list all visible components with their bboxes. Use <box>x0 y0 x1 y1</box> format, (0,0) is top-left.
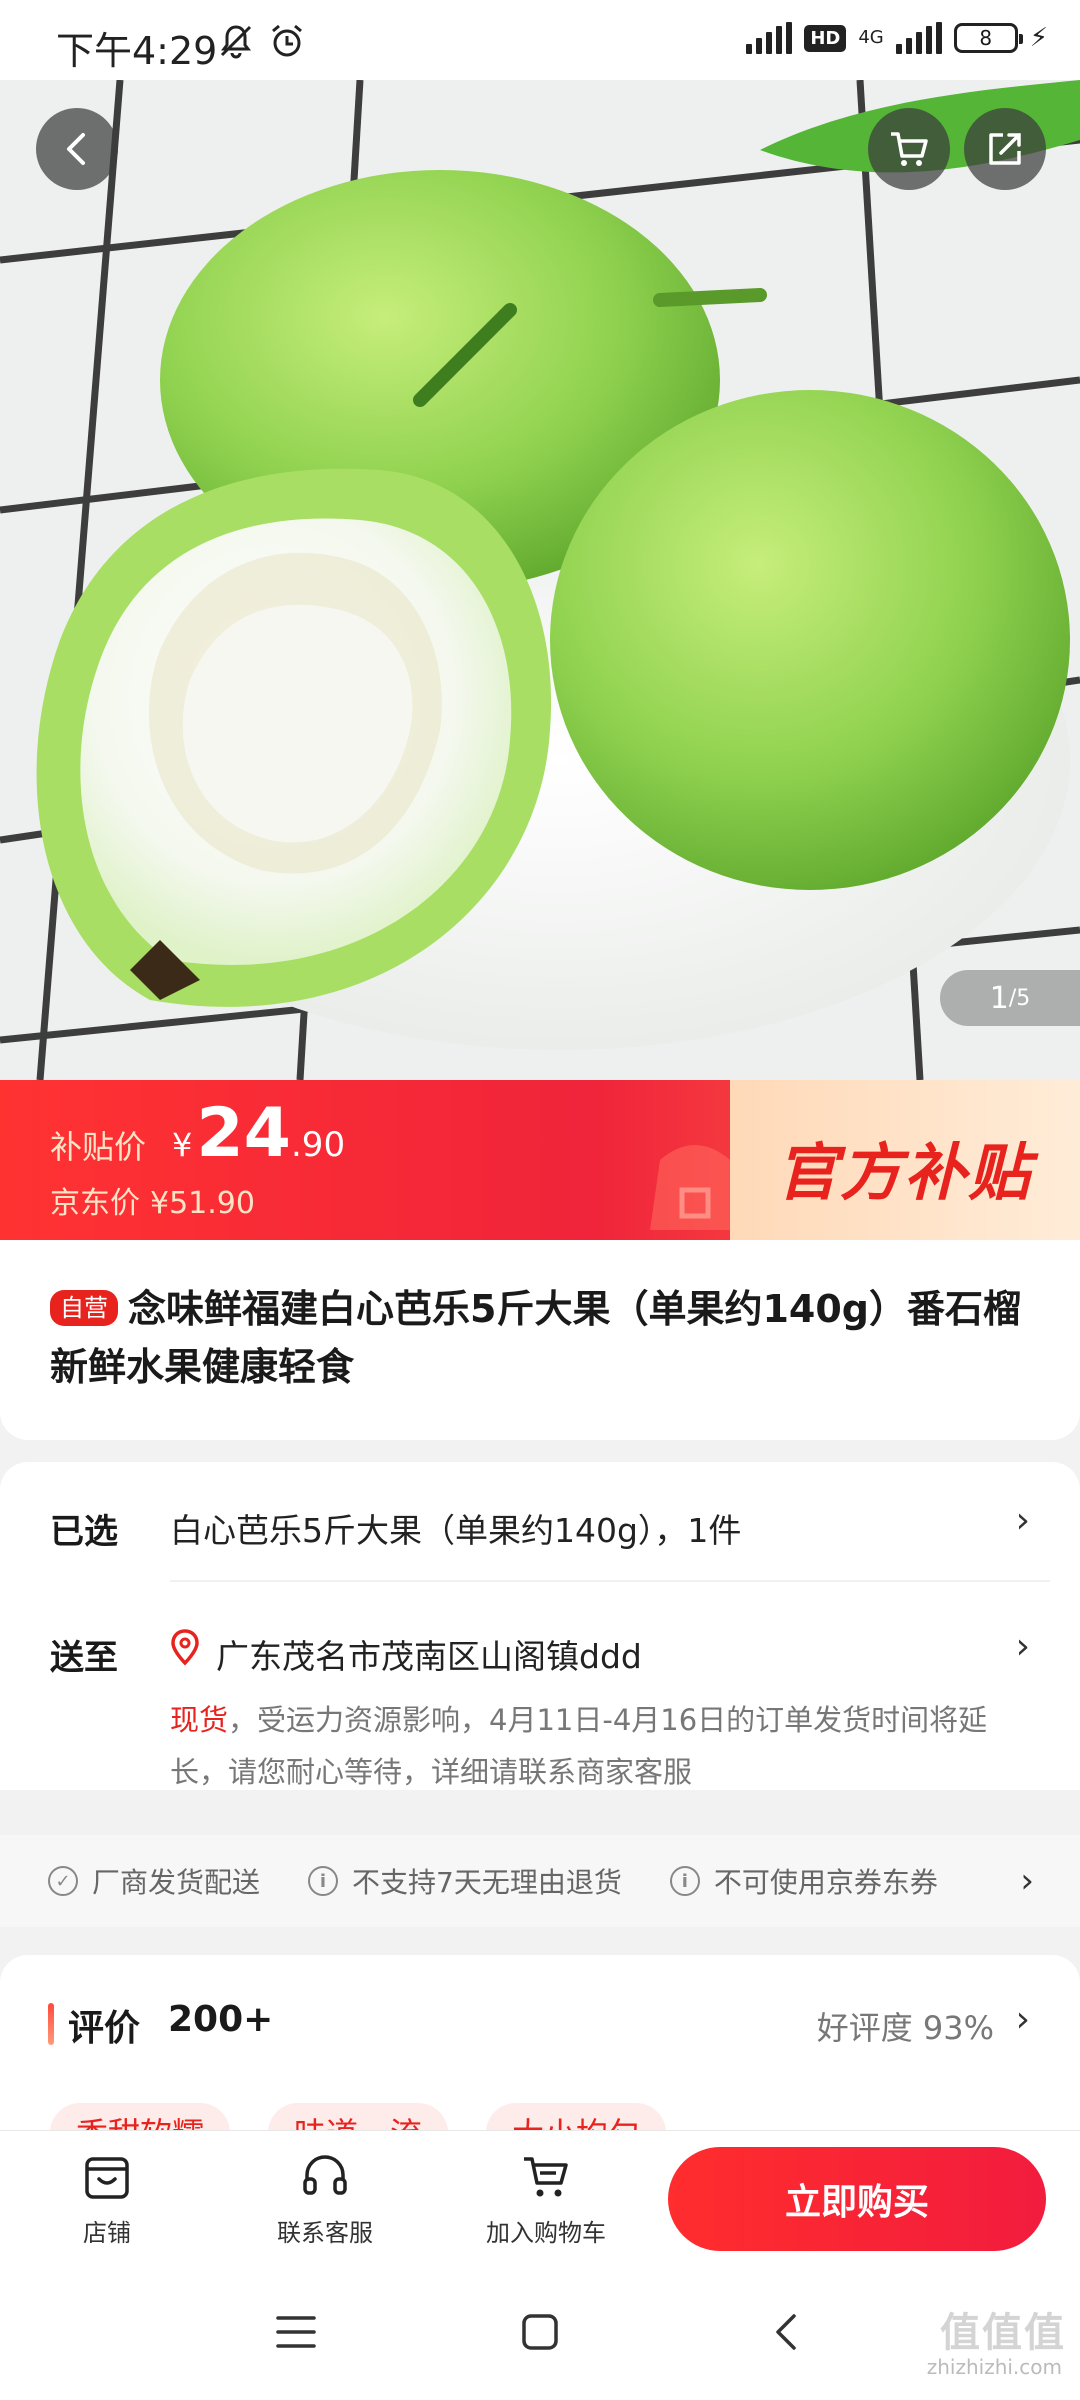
product-title-text: 念味鲜福建白心芭乐5斤大果（单果约140g）番石榴 新鲜水果健康轻食 <box>50 1287 1021 1389</box>
jd-price-value: ¥51.90 <box>150 1186 255 1221</box>
service-label: 联系客服 <box>277 2219 373 2247</box>
system-navigation-bar <box>0 2270 1080 2400</box>
jd-price-label: 京东价 <box>50 1186 140 1221</box>
back-button[interactable] <box>36 108 118 190</box>
chevron-right-icon: › <box>1015 1999 1030 2040</box>
battery-level: 8 <box>979 26 993 50</box>
status-left-icons <box>218 22 306 60</box>
info-icon: i <box>308 1866 339 1896</box>
subsidy-price: ¥ 24 .90 <box>172 1100 345 1168</box>
add-to-cart-button[interactable]: 加入购物车 <box>466 2149 626 2248</box>
self-operated-badge: 自营 <box>50 1290 118 1326</box>
cart-icon <box>891 132 928 166</box>
product-title-card: 自营 念味鲜福建白心芭乐5斤大果（单果约140g）番石榴 新鲜水果健康轻食 <box>0 1240 1080 1440</box>
service-label: 不可使用京券东券 <box>713 1866 938 1899</box>
customer-service-button[interactable]: 联系客服 <box>250 2149 400 2248</box>
price-banner: 补贴价 ¥ 24 .90 京东价 ¥51.90 官方补贴 <box>0 1080 1080 1240</box>
product-title: 自营 念味鲜福建白心芭乐5斤大果（单果约140g）番石榴 新鲜水果健康轻食 <box>50 1280 1050 1396</box>
status-right-icons: HD 4G 8 ⚡ <box>746 22 1048 54</box>
check-circle-icon: ✓ <box>48 1866 78 1896</box>
service-item-manufacturer: ✓ 厂商发货配送 <box>48 1861 260 1901</box>
official-subsidy-text: 官方补贴 <box>776 1136 1033 1209</box>
store-icon <box>85 2157 129 2199</box>
stock-status: 现货 <box>170 1703 229 1737</box>
share-icon <box>989 133 1021 165</box>
buy-now-button[interactable]: 立即购买 <box>668 2147 1046 2251</box>
chevron-right-icon: › <box>1015 1626 1030 1667</box>
positive-rate: 好评度 93% <box>816 2009 994 2047</box>
share-button[interactable] <box>964 108 1046 190</box>
image-counter: 1/5 <box>940 970 1080 1026</box>
alarm-icon <box>272 24 302 57</box>
cart-icon <box>524 2157 568 2197</box>
notice-text: ，受运力资源影响，4月11日-4月16日的订单发货时间将延长，请您耐心等待，详细… <box>170 1703 988 1789</box>
image-counter-total: /5 <box>1008 985 1031 1011</box>
add-to-cart-label: 加入购物车 <box>486 2219 606 2247</box>
selected-value: 白心芭乐5斤大果（单果约140g），1件 <box>170 1511 742 1550</box>
currency-symbol: ¥ <box>172 1126 193 1164</box>
image-counter-current: 1 <box>989 980 1009 1016</box>
selection-card: 已选 白心芭乐5斤大果（单果约140g），1件 › 送至 广东茂名市茂南区山阁镇… <box>0 1462 1080 1790</box>
signal-2-icon <box>895 22 942 54</box>
battery-icon: 8 <box>953 23 1023 53</box>
headset-icon <box>303 2155 347 2195</box>
signal-icon <box>746 22 793 54</box>
service-item-no-return: i 不支持7天无理由退货 <box>308 1861 622 1901</box>
review-count: 200+ <box>168 1999 274 2040</box>
status-bar: 下午4:29 HD 4G 8 ⚡ <box>0 0 1080 80</box>
section-accent-bar <box>48 2003 54 2045</box>
service-label: 不支持7天无理由退货 <box>352 1866 622 1899</box>
ship-address: 广东茂名市茂南区山阁镇ddd <box>216 1637 642 1676</box>
cart-button[interactable] <box>868 108 950 190</box>
hd-icon: HD <box>804 24 847 52</box>
location-pin-icon <box>171 1629 199 1666</box>
review-title: 评价 <box>68 2008 141 2049</box>
service-label: 厂商发货配送 <box>92 1866 261 1899</box>
bottom-action-bar: 店铺 联系客服 加入购物车 立即购买 <box>0 2130 1080 2270</box>
service-item-no-coupon: i 不可使用京券东券 <box>669 1861 938 1901</box>
product-image-gallery[interactable]: 1/5 <box>0 80 1080 1080</box>
official-subsidy-tag: 官方补贴 <box>730 1080 1080 1240</box>
chevron-left-icon <box>67 133 85 165</box>
selected-label: 已选 <box>50 1512 118 1552</box>
subsidy-price-label: 补贴价 <box>50 1128 147 1166</box>
chevron-right-icon: › <box>1015 1500 1030 1541</box>
mute-bell-icon <box>220 25 252 59</box>
watermark-site: zhizhizhi.com <box>926 2355 1062 2379</box>
chevron-right-icon: › <box>1020 1861 1034 1901</box>
ship-label: 送至 <box>50 1638 118 1678</box>
shipping-notice: 现货，受运力资源影响，4月11日-4月16日的订单发货时间将延长，请您耐心等待，… <box>170 1694 1030 1798</box>
jd-price: 京东价 ¥51.90 <box>50 1178 255 1222</box>
menu-icon[interactable] <box>276 2314 316 2350</box>
review-section[interactable]: 评价 200+ 好评度 93% › 香甜软糯 味道一流 大小均匀 <box>0 1955 1080 2135</box>
charging-icon: ⚡ <box>1029 23 1048 53</box>
store-label: 店铺 <box>83 2219 131 2247</box>
service-strip[interactable]: ✓ 厂商发货配送 i 不支持7天无理由退货 i 不可使用京券东券 › <box>0 1835 1080 1927</box>
status-time: 下午4:29 <box>56 29 218 73</box>
network-type: 4G <box>858 27 884 48</box>
price-integer: 24 <box>196 1094 291 1173</box>
info-icon: i <box>669 1866 700 1896</box>
home-icon[interactable] <box>520 2312 560 2352</box>
divider <box>170 1580 1050 1582</box>
watermark-logo: 值值值 <box>940 2310 1066 2356</box>
store-button[interactable]: 店铺 <box>32 2149 182 2248</box>
guava-photo <box>0 80 1080 1080</box>
price-decimal: .90 <box>291 1125 346 1165</box>
back-nav-icon[interactable] <box>770 2312 800 2352</box>
